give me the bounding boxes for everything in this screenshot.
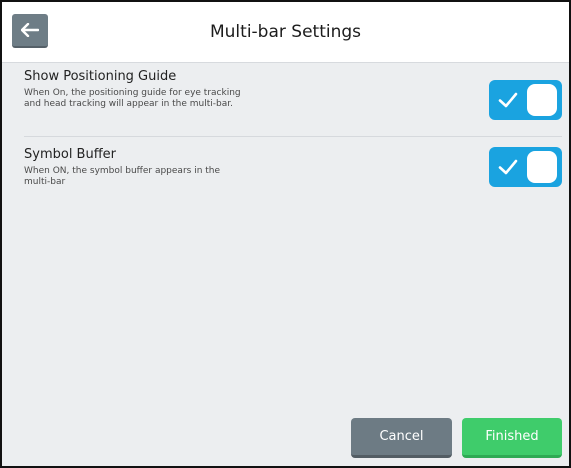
header-bar: Multi-bar Settings (2, 2, 569, 63)
toggle-knob (527, 151, 557, 183)
setting-description: When On, the positioning guide for eye t… (24, 88, 241, 109)
setting-title: Symbol Buffer (24, 147, 117, 162)
toggle-knob (527, 84, 557, 116)
checkmark-icon (496, 155, 520, 179)
page-title: Multi-bar Settings (209, 22, 362, 42)
checkmark-icon (496, 88, 520, 112)
finished-button[interactable]: Finished (462, 418, 562, 458)
setting-row-positioning-guide: Show Positioning Guide When On, the posi… (24, 69, 562, 137)
setting-description: When ON, the symbol buffer appears in th… (24, 166, 221, 187)
positioning-guide-toggle[interactable] (489, 80, 562, 120)
settings-window: Multi-bar Settings Show Positioning Guid… (0, 0, 571, 468)
arrow-left-icon (21, 23, 39, 37)
setting-row-symbol-buffer: Symbol Buffer When ON, the symbol buffer… (24, 147, 562, 207)
symbol-buffer-toggle[interactable] (489, 147, 562, 187)
cancel-button[interactable]: Cancel (351, 418, 452, 458)
setting-title: Show Positioning Guide (24, 69, 177, 84)
back-button[interactable] (12, 14, 48, 48)
